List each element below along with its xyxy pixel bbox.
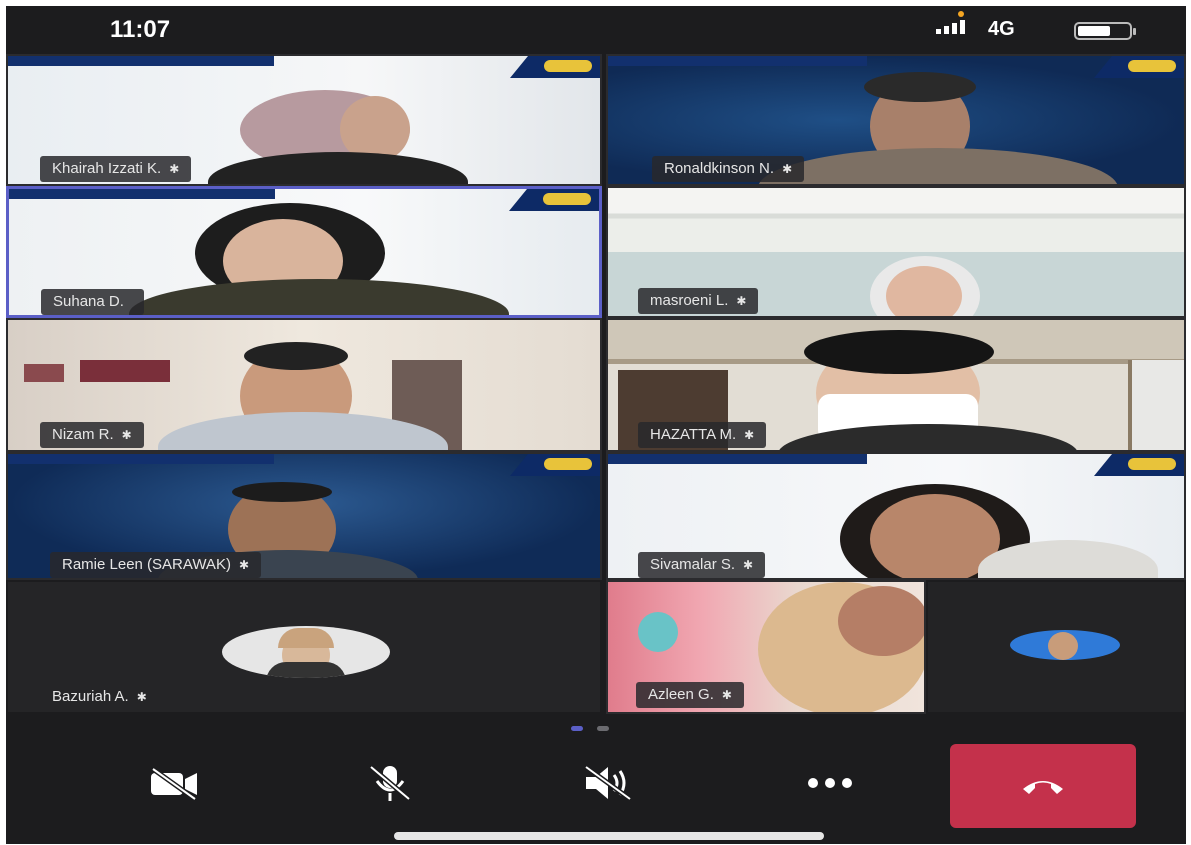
participant-name-label: Azleen G. ✱ (636, 682, 744, 708)
video-tile[interactable]: Sivamalar S. ✱ (606, 452, 1186, 580)
video-tile[interactable]: Nizam R. ✱ (6, 318, 602, 452)
hang-up-button[interactable] (950, 744, 1136, 828)
speaker-off-icon (584, 764, 632, 802)
video-tile[interactable]: Ramie Leen (SARAWAK) ✱ (6, 452, 602, 580)
camera-toggle-button[interactable] (114, 750, 234, 816)
more-options-button[interactable] (770, 750, 890, 816)
video-tile[interactable]: Azleen G. ✱ (606, 580, 926, 714)
participant-name-label: masroeni L. ✱ (638, 288, 759, 314)
participant-name-label: Nizam R. ✱ (40, 422, 144, 448)
status-bar: 11:07 4G (6, 6, 1186, 54)
avatar (222, 626, 390, 678)
speaker-toggle-button[interactable] (548, 750, 668, 816)
video-tile[interactable]: Khairah Izzati K. ✱ (6, 54, 602, 186)
participant-name-label: Khairah Izzati K. ✱ (40, 156, 192, 182)
status-time: 11:07 (110, 16, 171, 43)
participant-name-label: Ronaldkinson N. ✱ (652, 156, 805, 182)
participant-name-label: HAZATTA M. ✱ (638, 422, 767, 448)
meeting-screen: 11:07 4G Khairah Izzati K. ✱ Ronaldkinso… (6, 6, 1186, 844)
audio-tile[interactable]: Bazuriah A. ✱ (6, 580, 602, 714)
participant-name-label: Bazuriah A. ✱ (52, 688, 147, 705)
home-indicator[interactable] (394, 832, 824, 840)
self-view-tile[interactable] (926, 580, 1186, 714)
video-tile[interactable]: Ronaldkinson N. ✱ (606, 54, 1186, 186)
mic-off-icon (369, 765, 411, 801)
hang-up-icon (1023, 781, 1063, 794)
page-indicator[interactable] (571, 726, 609, 731)
battery-icon (1074, 22, 1136, 40)
video-tile-active-speaker[interactable]: Suhana D. (6, 186, 602, 318)
network-type: 4G (988, 18, 1015, 40)
microphone-toggle-button[interactable] (330, 750, 450, 816)
participant-name-label: Ramie Leen (SARAWAK) ✱ (50, 552, 262, 578)
page-dot[interactable] (597, 726, 609, 731)
signal-strength-icon (936, 20, 965, 34)
page-dot-active[interactable] (571, 726, 583, 731)
call-controls (6, 744, 1186, 828)
participant-name-label: Sivamalar S. ✱ (638, 552, 766, 578)
video-tile[interactable]: HAZATTA M. ✱ (606, 318, 1186, 452)
camera-off-icon (151, 766, 197, 801)
privacy-indicator-dot (958, 11, 964, 17)
video-tile[interactable]: masroeni L. ✱ (606, 186, 1186, 318)
more-options-icon (808, 778, 852, 788)
self-avatar (1010, 630, 1120, 660)
participant-name-label: Suhana D. (41, 289, 144, 315)
